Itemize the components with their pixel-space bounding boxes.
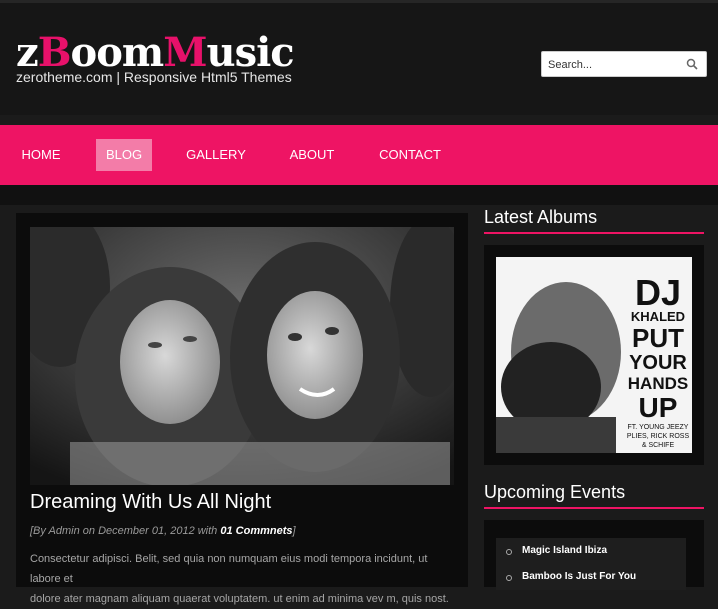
nav-home[interactable]: HOME	[14, 139, 68, 171]
site-header: zBoomMusic zerotheme.com | Responsive Ht…	[0, 0, 718, 115]
svg-text:& SCHIFE: & SCHIFE	[642, 442, 675, 449]
svg-text:PLIES, RICK ROSS: PLIES, RICK ROSS	[627, 433, 690, 440]
nav-gallery[interactable]: GALLERY	[180, 139, 252, 171]
post-meta: [By Admin on December 01, 2012 with 01 C…	[30, 525, 296, 537]
latest-albums-title: Latest Albums	[484, 207, 598, 227]
latest-albums-widget: DJ KHALED PUT YOUR HANDS UP FT. YOUNG JE…	[484, 245, 704, 465]
svg-text:KHALED: KHALED	[631, 309, 685, 324]
event-item-bamboo[interactable]: Bamboo Is Just For You	[496, 564, 686, 590]
album-cover[interactable]: DJ KHALED PUT YOUR HANDS UP FT. YOUNG JE…	[496, 257, 692, 453]
svg-text:YOUR: YOUR	[629, 352, 687, 374]
post-image[interactable]	[30, 227, 454, 485]
upcoming-events-title: Upcoming Events	[484, 482, 626, 502]
site-logo[interactable]: zBoomMusic	[16, 33, 295, 73]
svg-text:PUT: PUT	[632, 323, 684, 353]
svg-text:DJ: DJ	[635, 272, 681, 313]
svg-text:UP: UP	[639, 392, 678, 423]
party-photo	[30, 227, 454, 485]
search-input[interactable]	[546, 56, 680, 74]
nav-blog[interactable]: BLOG	[96, 139, 152, 171]
site-tagline: zerotheme.com | Responsive Html5 Themes	[16, 69, 292, 85]
search-box	[541, 51, 707, 77]
comments-link[interactable]: 01 Commnets	[220, 525, 292, 537]
post-excerpt: Consectetur adipisci. Belit, sed quia no…	[30, 553, 449, 605]
svg-text:FT. YOUNG JEEZY: FT. YOUNG JEEZY	[628, 424, 689, 431]
upcoming-events-widget: Magic Island Ibiza Bamboo Is Just For Yo…	[484, 520, 704, 590]
nav-about[interactable]: ABOUT	[282, 139, 342, 171]
search-icon[interactable]	[686, 58, 698, 70]
header-divider	[0, 185, 718, 205]
event-item-magic-island[interactable]: Magic Island Ibiza	[496, 538, 686, 564]
post-title[interactable]: Dreaming With Us All Night	[30, 491, 271, 514]
albums-title-underline	[484, 232, 704, 234]
blog-post: Dreaming With Us All Night [By Admin on …	[16, 213, 468, 605]
svg-text:HANDS: HANDS	[628, 374, 688, 393]
nav-contact[interactable]: CONTACT	[372, 139, 448, 171]
main-nav: HOME BLOG GALLERY ABOUT CONTACT	[0, 125, 718, 185]
events-title-underline	[484, 507, 704, 509]
